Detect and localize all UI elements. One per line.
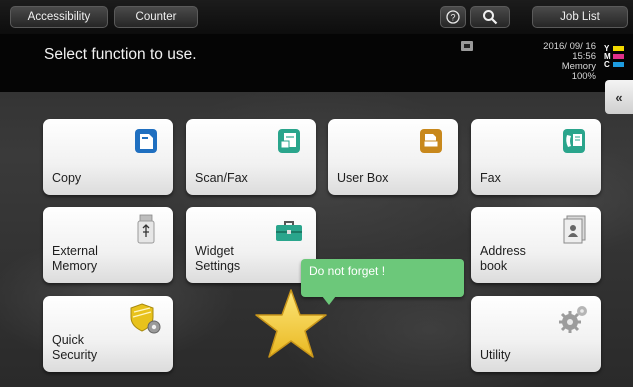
scan-icon	[278, 129, 300, 153]
star-icon[interactable]	[253, 287, 329, 361]
help-icon: ?	[446, 10, 460, 24]
status-memory-value: 100%	[571, 71, 596, 82]
counter-button[interactable]: Counter	[114, 6, 198, 28]
scan-fax-label: Scan/Fax	[195, 171, 248, 185]
top-bar: Accessibility Counter ? Job List	[0, 0, 633, 34]
fax-label: Fax	[480, 171, 501, 185]
quick-security-label: Quick Security	[52, 333, 97, 363]
gear-icon	[559, 306, 587, 333]
home-screen: Accessibility Counter ? Job List Select …	[0, 0, 633, 387]
copy-icon	[135, 129, 157, 153]
usb-icon	[137, 214, 155, 244]
toner-magenta-bar	[613, 53, 624, 59]
copy-label: Copy	[52, 171, 82, 185]
widget-settings-tile[interactable]: Widget Settings	[186, 207, 316, 283]
page-message: Select function to use.	[44, 46, 197, 63]
widget-settings-label: Widget Settings	[195, 244, 240, 274]
external-memory-label-line2: Memory	[52, 259, 98, 273]
address-book-tile[interactable]: Address book	[471, 207, 601, 283]
shield-gear-icon	[130, 303, 161, 334]
address-book-icon	[563, 215, 586, 244]
quick-security-label-line2: Security	[52, 348, 98, 362]
user-box-icon	[420, 129, 442, 153]
search-icon	[483, 10, 498, 25]
external-memory-tile[interactable]: External Memory	[43, 207, 173, 283]
accessibility-button[interactable]: Accessibility	[10, 6, 108, 28]
external-memory-label-line1: External	[52, 244, 98, 258]
help-button[interactable]: ?	[440, 6, 466, 28]
toner-cyan-bar	[613, 61, 624, 67]
callout-text: Do not forget !	[309, 264, 386, 278]
fax-icon	[563, 129, 585, 153]
toner-cyan-letter: C	[604, 59, 610, 69]
address-book-label-line2: book	[480, 259, 508, 273]
address-book-label-line1: Address	[480, 244, 526, 258]
fax-tile[interactable]: Fax	[471, 119, 601, 195]
user-box-label: User Box	[337, 171, 389, 185]
quick-security-tile[interactable]: Quick Security	[43, 296, 173, 372]
copy-tile[interactable]: Copy	[43, 119, 173, 195]
svg-text:?: ?	[450, 13, 455, 23]
collapse-panel-button[interactable]: «	[605, 80, 633, 114]
utility-tile[interactable]: Utility	[471, 296, 601, 372]
widget-settings-label-line2: Settings	[195, 259, 241, 273]
widget-settings-label-line1: Widget	[195, 244, 234, 258]
address-book-label: Address book	[480, 244, 526, 274]
lock-icon	[461, 41, 473, 51]
user-box-tile[interactable]: User Box	[328, 119, 458, 195]
device-status: 2016/ 09/ 16 15:56 Memory 100%	[543, 42, 596, 82]
utility-label: Utility	[480, 348, 511, 362]
external-memory-label: External Memory	[52, 244, 98, 274]
scan-fax-tile[interactable]: Scan/Fax	[186, 119, 316, 195]
toner-cyan: C	[604, 59, 630, 69]
toner-yellow-bar	[613, 45, 624, 51]
job-list-button[interactable]: Job List	[532, 6, 628, 28]
toolbox-icon	[276, 221, 302, 241]
toner-indicator: Y M C	[604, 44, 630, 69]
search-button[interactable]	[470, 6, 510, 28]
quick-security-label-line1: Quick	[52, 333, 84, 347]
